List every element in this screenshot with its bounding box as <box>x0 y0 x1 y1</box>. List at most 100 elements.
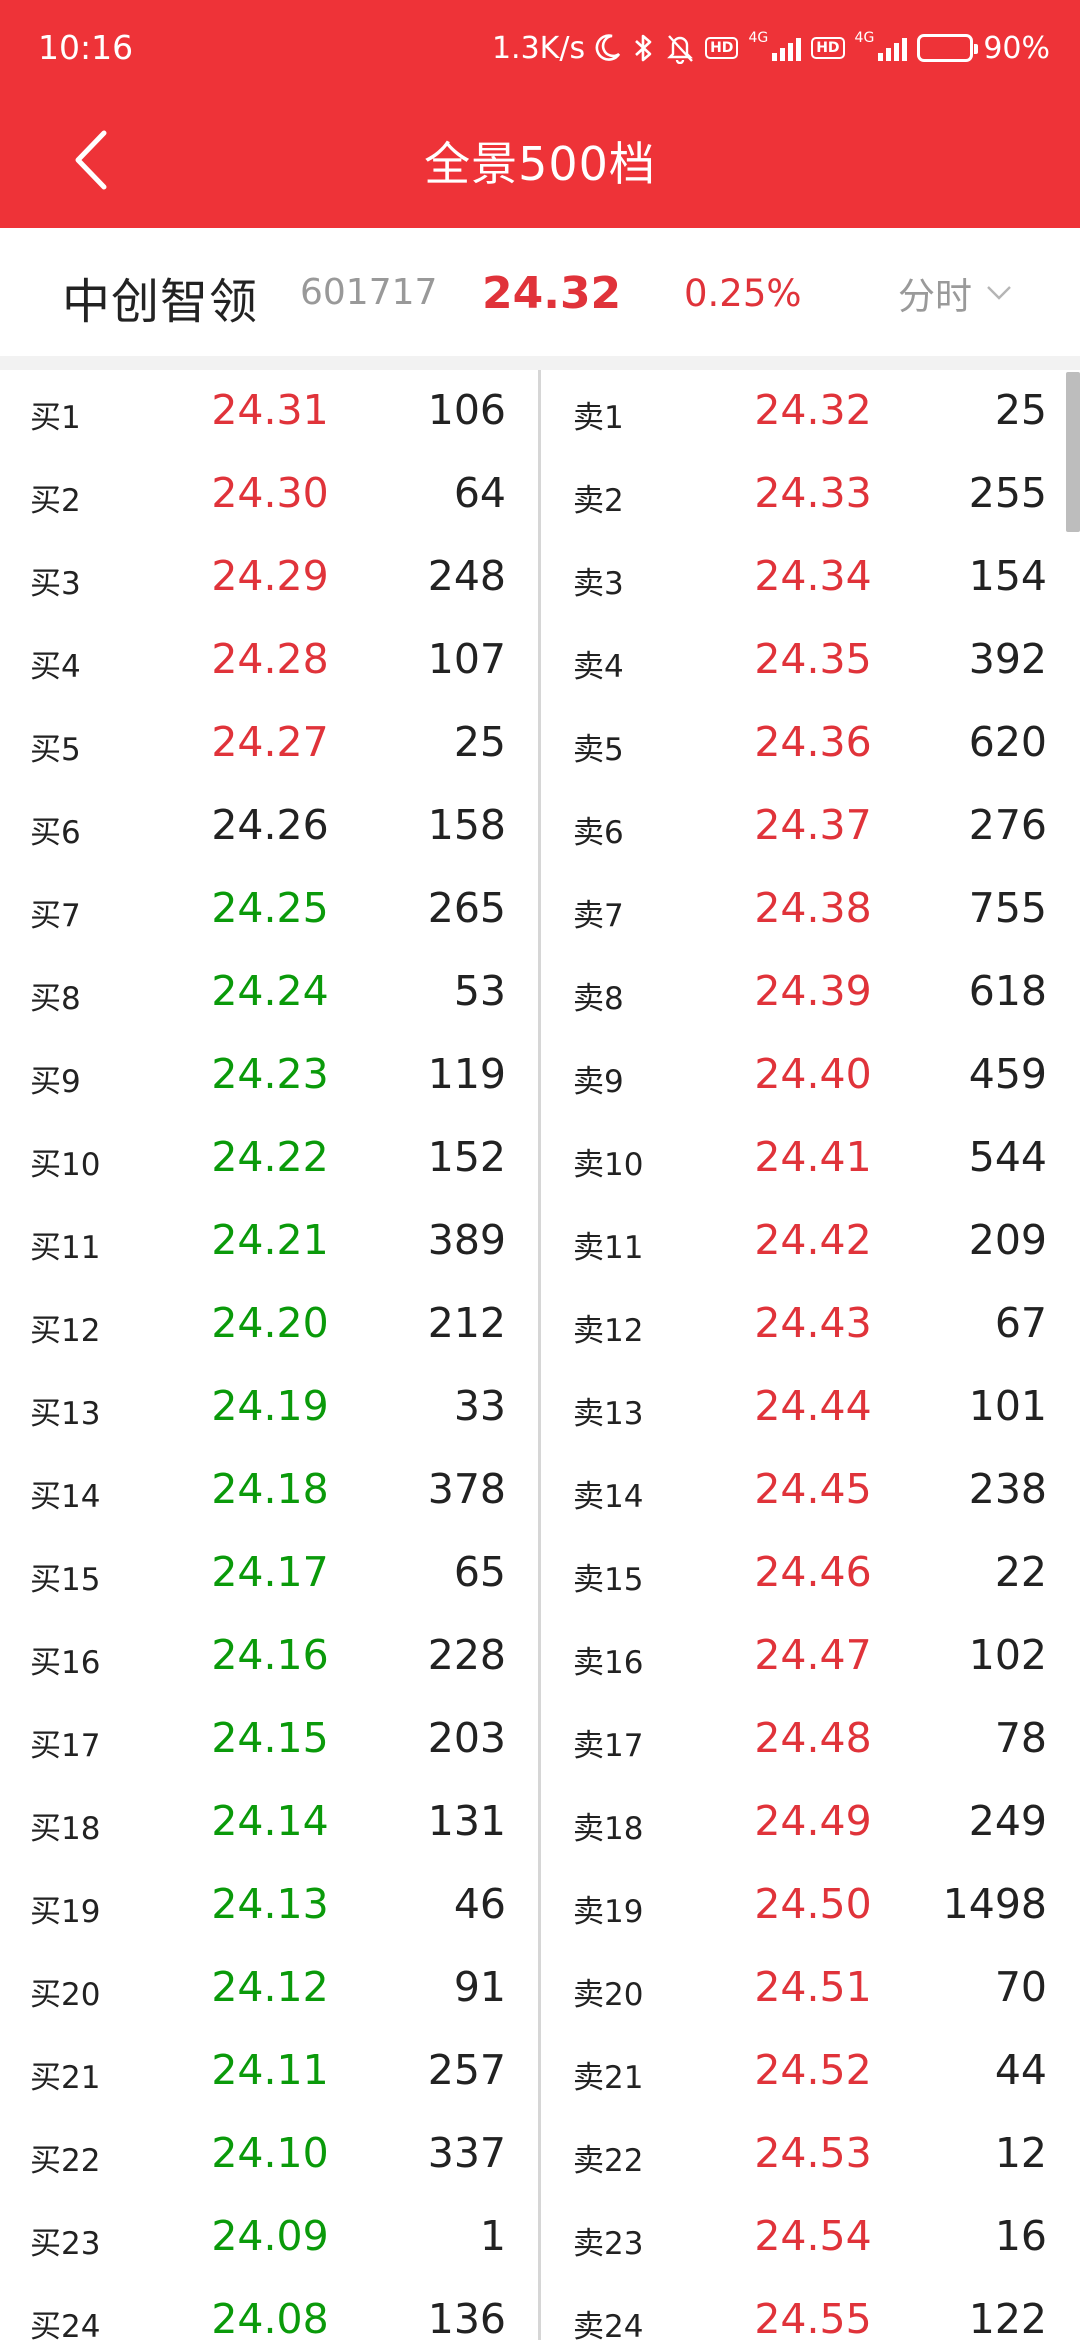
signal-icon-1 <box>772 35 802 61</box>
network-type-1: 4G <box>748 30 769 46</box>
battery-icon <box>917 34 979 62</box>
ask-row: 卖11 24.42 209 <box>541 1200 1079 1283</box>
ask-price: 24.39 <box>754 967 872 1015</box>
ask-price: 24.49 <box>754 1797 872 1845</box>
bid-row: 买10 24.22 152 <box>0 1117 538 1200</box>
bid-price: 24.08 <box>211 2295 329 2340</box>
period-dropdown[interactable]: 分时 <box>898 268 1048 318</box>
battery-percent: 90% <box>983 30 1050 66</box>
ask-level-label: 卖6 <box>573 815 624 851</box>
section-divider <box>0 356 1080 370</box>
ask-volume: 238 <box>968 1465 1047 1513</box>
scrollbar[interactable] <box>1066 372 1080 532</box>
ask-row: 卖18 24.49 249 <box>541 1781 1079 1864</box>
bid-price: 24.09 <box>211 2212 329 2260</box>
ask-volume: 755 <box>968 884 1047 932</box>
bid-level-label: 买12 <box>30 1313 101 1349</box>
ask-row: 卖13 24.44 101 <box>541 1366 1079 1449</box>
ask-volume: 255 <box>968 469 1047 517</box>
ask-row: 卖6 24.37 276 <box>541 785 1079 868</box>
bid-price: 24.16 <box>211 1631 329 1679</box>
bid-level-label: 买9 <box>30 1064 81 1100</box>
ask-price: 24.51 <box>754 1963 872 2011</box>
ask-row: 卖21 24.52 44 <box>541 2030 1079 2113</box>
ask-level-label: 卖20 <box>573 1977 644 2013</box>
bid-price: 24.21 <box>211 1216 329 1264</box>
ask-row: 卖22 24.53 12 <box>541 2113 1079 2196</box>
bid-row: 买3 24.29 248 <box>0 536 538 619</box>
bid-price: 24.28 <box>211 635 329 683</box>
ask-volume: 249 <box>968 1797 1047 1845</box>
bid-price: 24.30 <box>211 469 329 517</box>
ask-volume: 459 <box>968 1050 1047 1098</box>
bid-volume: 46 <box>453 1880 506 1928</box>
ask-volume: 209 <box>968 1216 1047 1264</box>
bid-level-label: 买15 <box>30 1562 101 1598</box>
bid-level-label: 买19 <box>30 1894 101 1930</box>
bluetooth-icon <box>631 32 655 64</box>
bid-row: 买17 24.15 203 <box>0 1698 538 1781</box>
ask-level-label: 卖4 <box>573 649 624 685</box>
ask-level-label: 卖18 <box>573 1811 644 1847</box>
ask-price: 24.45 <box>754 1465 872 1513</box>
stock-name: 中创智领 <box>62 274 259 330</box>
bid-level-label: 买17 <box>30 1728 101 1764</box>
bid-row: 买19 24.13 46 <box>0 1864 538 1947</box>
ask-row: 卖17 24.48 78 <box>541 1698 1079 1781</box>
bid-price: 24.20 <box>211 1299 329 1347</box>
bid-level-label: 买10 <box>30 1147 101 1183</box>
ask-volume: 102 <box>968 1631 1047 1679</box>
bid-row: 买22 24.10 337 <box>0 2113 538 2196</box>
ask-price: 24.37 <box>754 801 872 849</box>
ask-volume: 12 <box>994 2129 1047 2177</box>
bid-row: 买23 24.09 1 <box>0 2196 538 2279</box>
bid-volume: 106 <box>427 386 506 434</box>
bid-level-label: 买7 <box>30 898 81 934</box>
bid-price: 24.10 <box>211 2129 329 2177</box>
nav-bar: 全景500档 <box>0 98 1080 228</box>
app-header: 10:16 1.3K/s HD 4G HD 4G 90% 全景500档 <box>0 0 1080 228</box>
bid-level-label: 买22 <box>30 2143 101 2179</box>
bid-level-label: 买8 <box>30 981 81 1017</box>
bid-volume: 257 <box>427 2046 506 2094</box>
bid-row: 买6 24.26 158 <box>0 785 538 868</box>
ask-volume: 154 <box>968 552 1047 600</box>
bid-level-label: 买3 <box>30 566 81 602</box>
chevron-down-icon <box>987 286 1011 300</box>
order-book[interactable]: 买1 24.31 106 买2 24.30 64 买3 24.29 248 买4 24.28 107 买… <box>0 370 1080 2340</box>
ask-price: 24.44 <box>754 1382 872 1430</box>
ask-volume: 78 <box>994 1714 1047 1762</box>
ask-level-label: 卖7 <box>573 898 624 934</box>
ask-volume: 16 <box>994 2212 1047 2260</box>
bid-row: 买12 24.20 212 <box>0 1283 538 1366</box>
ask-volume: 22 <box>994 1548 1047 1596</box>
bid-level-label: 买21 <box>30 2060 101 2096</box>
bid-row: 买9 24.23 119 <box>0 1034 538 1117</box>
ask-level-label: 卖10 <box>573 1147 644 1183</box>
bid-volume: 378 <box>427 1465 506 1513</box>
hd-badge-2: HD <box>811 37 845 59</box>
ask-price: 24.54 <box>754 2212 872 2260</box>
ask-level-label: 卖17 <box>573 1728 644 1764</box>
ask-level-label: 卖24 <box>573 2309 644 2340</box>
net-speed: 1.3K/s <box>491 30 586 66</box>
ask-level-label: 卖8 <box>573 981 624 1017</box>
ask-price: 24.48 <box>754 1714 872 1762</box>
bid-level-label: 买6 <box>30 815 81 851</box>
ask-volume: 544 <box>968 1133 1047 1181</box>
ask-level-label: 卖23 <box>573 2226 644 2262</box>
bid-price: 24.29 <box>211 552 329 600</box>
ask-volume: 101 <box>968 1382 1047 1430</box>
ask-volume: 44 <box>994 2046 1047 2094</box>
ask-row: 卖24 24.55 122 <box>541 2279 1079 2340</box>
bid-list: 买1 24.31 106 买2 24.30 64 买3 24.29 248 买4 24.28 107 买… <box>0 370 538 2340</box>
page-title: 全景500档 <box>424 137 656 191</box>
bid-row: 买8 24.24 53 <box>0 951 538 1034</box>
bid-row: 买13 24.19 33 <box>0 1366 538 1449</box>
bid-volume: 337 <box>427 2129 506 2177</box>
bid-volume: 136 <box>427 2295 506 2340</box>
ask-row: 卖1 24.32 25 <box>541 370 1079 453</box>
bid-volume: 33 <box>453 1382 506 1430</box>
bid-level-label: 买14 <box>30 1479 101 1515</box>
ask-price: 24.42 <box>754 1216 872 1264</box>
